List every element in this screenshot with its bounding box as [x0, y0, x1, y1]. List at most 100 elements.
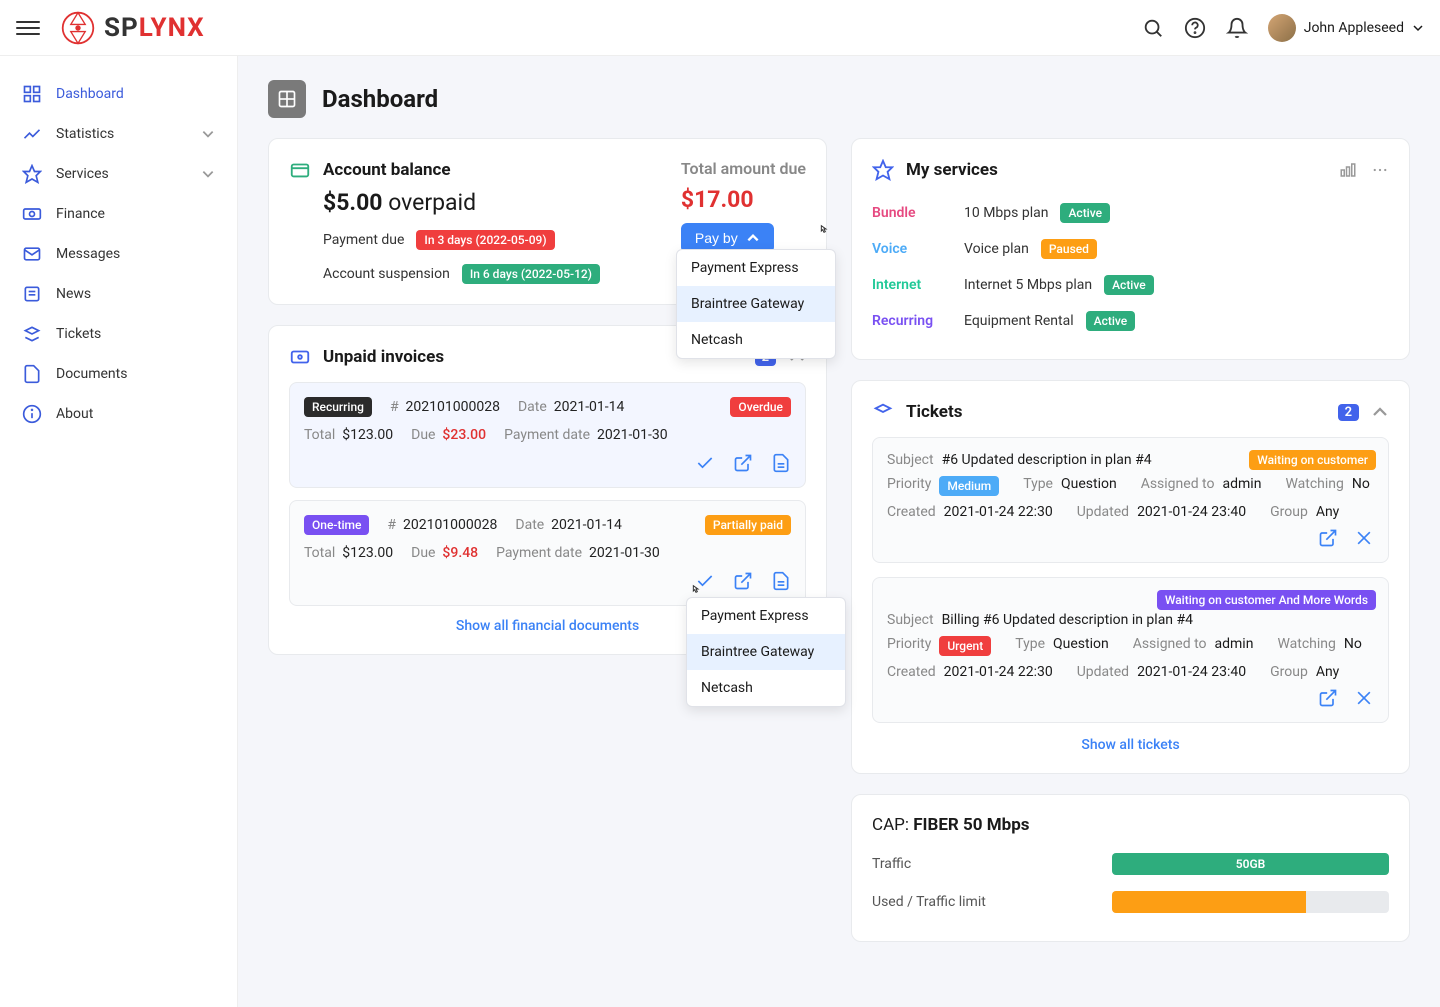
external-link-icon[interactable]: [733, 453, 753, 473]
chevron-down-icon: [201, 167, 215, 181]
service-status: Paused: [1041, 239, 1097, 259]
nav-label: Finance: [56, 206, 215, 222]
ticket-count: 2: [1338, 404, 1359, 421]
user-name: John Appleseed: [1304, 20, 1404, 36]
dashboard-icon: [22, 84, 42, 104]
chevron-up-icon: [746, 231, 760, 245]
nav-services[interactable]: Services: [10, 154, 227, 194]
external-link-icon[interactable]: [733, 571, 753, 591]
external-link-icon[interactable]: [1318, 528, 1338, 548]
nav-tickets[interactable]: Tickets: [10, 314, 227, 354]
service-status: Active: [1086, 311, 1136, 331]
info-icon: [22, 404, 42, 424]
my-services-card: My services Bundle 10 Mbps plan Active V…: [851, 138, 1410, 360]
ticket-item: Waiting on customer And More Words Subje…: [872, 577, 1389, 723]
invoice-icon: [289, 346, 311, 368]
service-type: Voice: [872, 241, 952, 257]
close-icon[interactable]: [1354, 688, 1374, 708]
service-type: Internet: [872, 277, 952, 293]
news-icon: [22, 284, 42, 304]
star-icon: [22, 164, 42, 184]
logo-icon: [60, 10, 96, 46]
service-type: Bundle: [872, 205, 952, 221]
service-name: 10 Mbps plan: [964, 205, 1048, 221]
nav-label: Messages: [56, 246, 215, 262]
total-due-amount: $17.00: [681, 186, 806, 213]
avatar: [1268, 14, 1296, 42]
brand-name-1: SP: [104, 13, 139, 43]
nav-messages[interactable]: Messages: [10, 234, 227, 274]
chevron-up-icon[interactable]: [1371, 403, 1389, 421]
nav-about[interactable]: About: [10, 394, 227, 434]
nav-label: Documents: [56, 366, 215, 382]
priority-badge: Medium: [939, 476, 999, 496]
pay-option-braintree[interactable]: Braintree Gateway: [677, 286, 835, 322]
used-label: Used / Traffic limit: [872, 894, 1112, 910]
wallet-icon: [289, 159, 311, 181]
service-row: Recurring Equipment Rental Active: [872, 303, 1389, 339]
priority-badge: Urgent: [939, 636, 991, 656]
service-type: Recurring: [872, 313, 952, 329]
page-title: Dashboard: [322, 85, 438, 113]
pdf-icon[interactable]: [771, 571, 791, 591]
card-title: Account balance: [323, 160, 681, 180]
show-all-tickets-link[interactable]: Show all tickets: [872, 737, 1389, 753]
suspension-badge: In 6 days (2022-05-12): [462, 264, 600, 284]
pdf-icon[interactable]: [771, 453, 791, 473]
pay-option-netcash[interactable]: Netcash: [687, 670, 845, 706]
pay-option-braintree[interactable]: Braintree Gateway: [687, 634, 845, 670]
nav-label: News: [56, 286, 215, 302]
user-menu[interactable]: John Appleseed: [1268, 14, 1424, 42]
external-link-icon[interactable]: [1318, 688, 1338, 708]
suspension-label: Account suspension: [323, 266, 450, 282]
service-status: Active: [1060, 203, 1110, 223]
nav-label: Services: [56, 166, 187, 182]
pay-option-express[interactable]: Payment Express: [687, 598, 845, 634]
sidebar: Dashboard Statistics Services Finance Me…: [0, 56, 238, 1007]
brand-name-2: LYNX: [139, 13, 205, 43]
ticket-status-badge: Waiting on customer: [1249, 450, 1376, 470]
cap-prefix: CAP:: [872, 815, 913, 835]
card-title: My services: [906, 160, 1327, 180]
used-bar-fill: [1112, 891, 1306, 913]
nav-news[interactable]: News: [10, 274, 227, 314]
payment-due-badge: In 3 days (2022-05-09): [416, 230, 554, 250]
close-icon[interactable]: [1354, 528, 1374, 548]
nav-finance[interactable]: Finance: [10, 194, 227, 234]
document-icon: [22, 364, 42, 384]
brand-logo[interactable]: SPLYNX: [60, 10, 205, 46]
nav-documents[interactable]: Documents: [10, 354, 227, 394]
invoice-item: One-time # 202101000028 Date 2021-01-14 …: [289, 500, 806, 606]
nav-label: About: [56, 406, 215, 422]
used-bar: 35GB / 50GB: [1112, 891, 1389, 913]
service-row: Voice Voice plan Paused: [872, 231, 1389, 267]
pay-option-netcash[interactable]: Netcash: [677, 322, 835, 358]
balance-overpaid: overpaid: [388, 189, 476, 216]
nav-dashboard[interactable]: Dashboard: [10, 74, 227, 114]
more-icon[interactable]: [1371, 161, 1389, 179]
account-balance-card: Account balance $5.00 overpaid Payment d…: [268, 138, 827, 305]
chart-icon: [22, 124, 42, 144]
service-name: Equipment Rental: [964, 313, 1074, 329]
pay-option-express[interactable]: Payment Express: [677, 250, 835, 286]
pay-by-label: Pay by: [695, 230, 738, 246]
traffic-bar-fill: 50GB: [1112, 853, 1389, 875]
chart-icon[interactable]: [1339, 161, 1357, 179]
invoice-status-badge: Overdue: [730, 397, 791, 417]
menu-toggle[interactable]: [16, 16, 40, 40]
star-icon: [872, 159, 894, 181]
page-title-icon: [268, 80, 306, 118]
invoice-pay-dropdown: Payment Express Braintree Gateway Netcas…: [686, 597, 846, 707]
chevron-down-icon: [1412, 22, 1424, 34]
mail-icon: [22, 244, 42, 264]
check-icon[interactable]: [695, 453, 715, 473]
total-due-label: Total amount due: [681, 159, 806, 178]
nav-statistics[interactable]: Statistics: [10, 114, 227, 154]
tickets-card: Tickets 2 Waiting on customer Subject#6 …: [851, 380, 1410, 774]
search-icon[interactable]: [1142, 17, 1164, 39]
invoice-type-badge: Recurring: [304, 397, 372, 417]
bell-icon[interactable]: [1226, 17, 1248, 39]
invoice-item: Recurring # 202101000028 Date 2021-01-14…: [289, 382, 806, 488]
help-icon[interactable]: [1184, 17, 1206, 39]
invoice-type-badge: One-time: [304, 515, 369, 535]
